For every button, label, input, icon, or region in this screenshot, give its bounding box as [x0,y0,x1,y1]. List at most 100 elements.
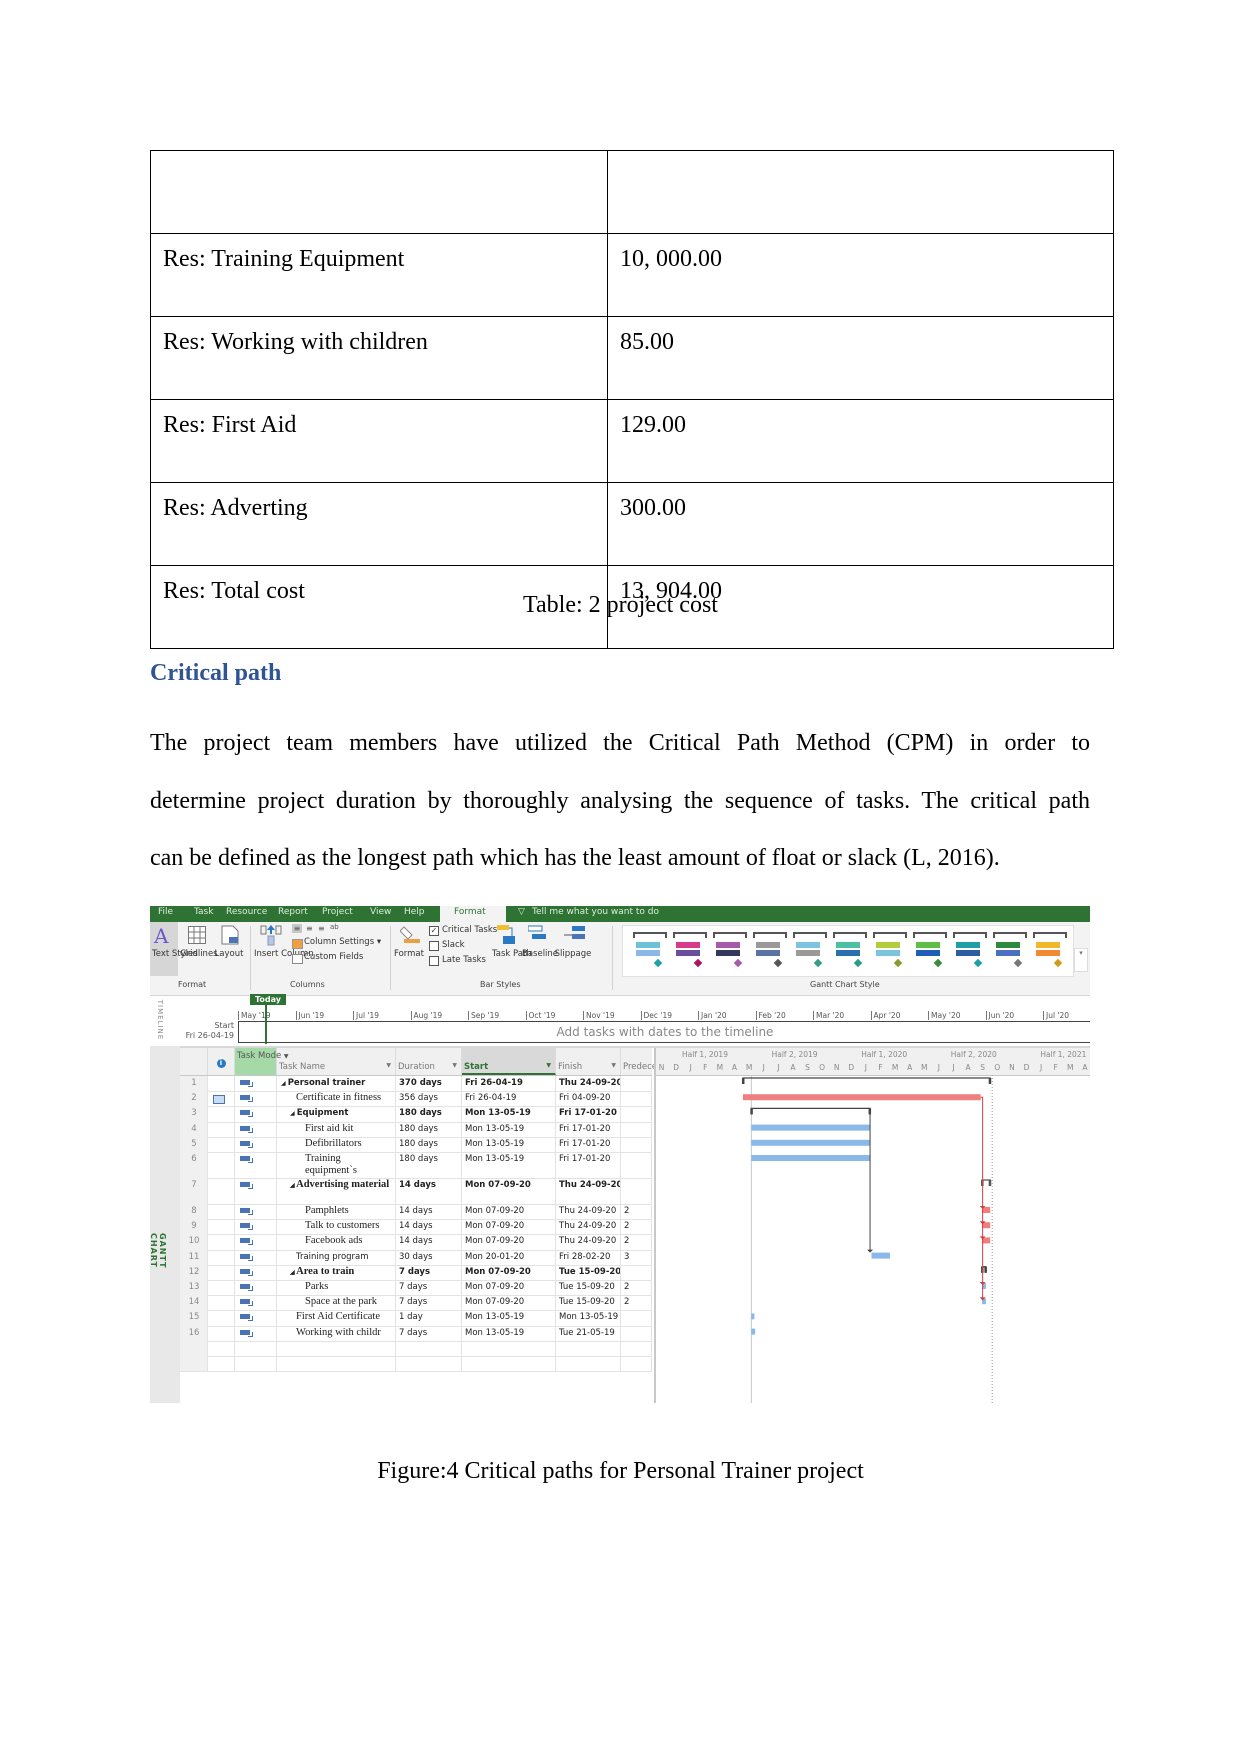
row-number[interactable]: 16 [180,1325,208,1341]
duration-cell[interactable]: 7 days [396,1280,462,1296]
task-row[interactable]: 3 ◢ Equipment 180 days Mon 13-05-19 Fri 17-0… [180,1106,652,1123]
duration-cell[interactable]: 180 days [396,1121,462,1137]
row-header-corner[interactable] [180,1048,208,1075]
duration-cell[interactable]: 180 days [396,1136,462,1152]
tab-report[interactable]: Report [278,907,308,917]
task-mode-cell[interactable] [235,1219,277,1235]
column-header-duration[interactable]: Duration ▼ [396,1048,462,1075]
duration-cell[interactable]: 370 days [396,1076,462,1092]
format-bar-button[interactable]: Format [394,922,424,976]
task-row[interactable]: 2 Certificate in fitness 356 days Fri 26-04… [180,1091,652,1108]
empty-cell[interactable] [396,1340,462,1356]
empty-cell[interactable] [180,1340,208,1356]
pred-cell[interactable] [621,1264,652,1280]
finish-cell[interactable]: Tue 15-09-20 [556,1295,621,1311]
pred-cell[interactable]: 3 [621,1249,652,1265]
start-cell[interactable]: Mon 13-05-19 [462,1136,556,1152]
empty-cell[interactable] [556,1340,621,1356]
custom-fields-button[interactable]: Custom Fields [304,952,363,963]
empty-cell[interactable] [621,1340,652,1356]
gallery-scroll-button[interactable]: ▾ [1074,948,1088,972]
start-cell[interactable]: Mon 20-01-20 [462,1249,556,1265]
task-mode-cell[interactable] [235,1178,277,1204]
start-cell[interactable]: Mon 13-05-19 [462,1121,556,1137]
start-cell[interactable]: Mon 07-09-20 [462,1204,556,1220]
row-number[interactable]: 1 [180,1076,208,1092]
layout-button[interactable]: Layout [214,922,244,976]
pred-cell[interactable] [621,1325,652,1341]
task-mode-cell[interactable] [235,1106,277,1122]
empty-cell[interactable] [621,1355,652,1371]
empty-cell[interactable] [556,1355,621,1371]
empty-row[interactable] [180,1355,652,1372]
task-name-cell[interactable]: Working with childr [277,1325,396,1341]
empty-cell[interactable] [277,1340,396,1356]
task-name-cell[interactable]: Defibrillators [277,1136,396,1152]
task-name-cell[interactable]: First Aid Certificate [277,1310,396,1326]
indicator-cell[interactable] [208,1152,235,1178]
empty-cell[interactable] [180,1355,208,1371]
start-cell[interactable]: Mon 07-09-20 [462,1264,556,1280]
align-center-icon[interactable]: ≡ [306,924,313,933]
task-row[interactable]: 7 ◢ Advertising material 14 days Mon 07-09-… [180,1178,652,1205]
task-row[interactable]: 11 Training program 30 days Mon 20-01-20 Fri… [180,1249,652,1266]
collapse-icon[interactable]: ◢ [290,1110,297,1117]
duration-cell[interactable]: 7 days [396,1295,462,1311]
task-name-cell[interactable]: ◢ Advertising material [277,1178,396,1204]
task-row[interactable]: 6 Training equipment`s 180 days Mon 13-05-1… [180,1152,652,1179]
indicator-cell[interactable] [208,1076,235,1092]
gantt-style-option[interactable] [633,932,667,972]
duration-cell[interactable]: 356 days [396,1091,462,1107]
tab-project[interactable]: Project [322,907,353,917]
finish-cell[interactable]: Tue 15-09-20 [556,1280,621,1296]
indicator-cell[interactable] [208,1121,235,1137]
start-cell[interactable]: Fri 26-04-19 [462,1091,556,1107]
task-mode-cell[interactable] [235,1310,277,1326]
task-mode-cell[interactable] [235,1121,277,1137]
task-name-cell[interactable]: Training equipment`s [277,1152,396,1178]
finish-cell[interactable]: Thu 24-09-20 [556,1076,621,1092]
task-row[interactable]: 9 Talk to customers 14 days Mon 07-09-20 Thu… [180,1219,652,1236]
tab-file[interactable]: File [158,907,173,917]
collapse-icon[interactable]: ◢ [281,1080,288,1087]
indicator-cell[interactable] [208,1136,235,1152]
column-header-info[interactable]: i [208,1048,235,1075]
task-name-cell[interactable]: First aid kit [277,1121,396,1137]
align-right-icon[interactable]: ≡ [318,924,325,933]
column-header-task-name[interactable]: Task Name ▼ [277,1048,396,1075]
finish-cell[interactable]: Thu 24-09-20 [556,1234,621,1250]
start-cell[interactable]: Mon 07-09-20 [462,1295,556,1311]
finish-cell[interactable]: Tue 21-05-19 [556,1325,621,1341]
gantt-style-option[interactable] [1033,932,1067,972]
pred-cell[interactable]: 2 [621,1234,652,1250]
gantt-style-option[interactable] [833,932,867,972]
task-row[interactable]: 8 Pamphlets 14 days Mon 07-09-20 Thu 24-09-2… [180,1204,652,1221]
empty-cell[interactable] [235,1355,277,1371]
gridlines-button[interactable]: Gridlines [180,922,218,976]
gantt-style-option[interactable] [953,932,987,972]
tell-me-search[interactable]: Tell me what you want to do [532,907,659,917]
row-number[interactable]: 14 [180,1295,208,1311]
task-name-cell[interactable]: Certificate in fitness [277,1091,396,1107]
duration-cell[interactable]: 14 days [396,1234,462,1250]
wrap-text-icon[interactable]: ab [330,923,339,931]
baseline-button[interactable]: Baseline [522,922,558,976]
align-left-icon[interactable]: ≡ [292,924,302,933]
task-name-cell[interactable]: ◢ Equipment [277,1106,396,1122]
task-name-cell[interactable]: Pamphlets [277,1204,396,1220]
column-header-start[interactable]: Start ▼ [462,1048,556,1075]
start-cell[interactable]: Mon 07-09-20 [462,1219,556,1235]
empty-row[interactable] [180,1340,652,1357]
pred-cell[interactable] [621,1091,652,1107]
finish-cell[interactable]: Tue 15-09-20 [556,1264,621,1280]
finish-cell[interactable]: Fri 17-01-20 [556,1136,621,1152]
finish-cell[interactable]: Fri 17-01-20 [556,1121,621,1137]
finish-cell[interactable]: Mon 13-05-19 [556,1310,621,1326]
task-mode-cell[interactable] [235,1249,277,1265]
task-mode-cell[interactable] [235,1295,277,1311]
task-name-cell[interactable]: Facebook ads [277,1234,396,1250]
finish-cell[interactable]: Thu 24-09-20 [556,1204,621,1220]
task-mode-cell[interactable] [235,1234,277,1250]
indicator-cell[interactable] [208,1091,235,1107]
indicator-cell[interactable] [208,1204,235,1220]
